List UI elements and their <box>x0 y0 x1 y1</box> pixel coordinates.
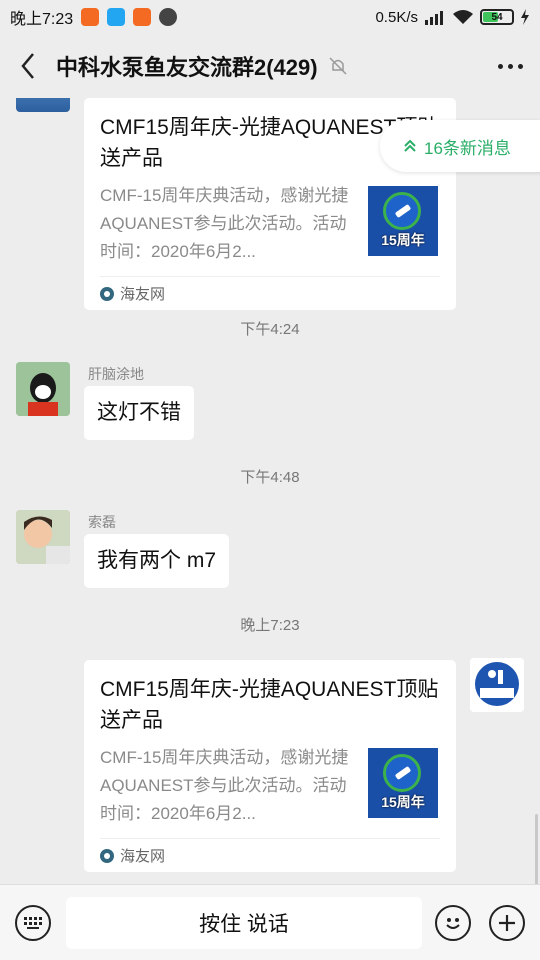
signal-icon <box>425 11 443 25</box>
notification-block-icon <box>159 8 178 26</box>
link-card-thumbnail: 15周年 <box>368 748 438 818</box>
wifi-icon <box>453 10 473 24</box>
back-arrow-icon <box>21 53 34 79</box>
avatar[interactable] <box>16 98 70 112</box>
mute-bell-icon <box>329 57 347 75</box>
link-card-source: 海友网 <box>100 838 440 872</box>
timestamp: 下午4:24 <box>240 321 300 338</box>
link-card[interactable]: CMF15周年庆-光捷AQUANEST顶贴送产品 CMF-15周年庆典活动，感谢… <box>84 660 456 872</box>
status-time: 晚上7:23 <box>10 11 74 28</box>
avatar[interactable] <box>16 362 70 416</box>
timestamp: 下午4:48 <box>240 469 300 486</box>
more-dots-icon <box>497 63 503 69</box>
double-chevron-up-icon <box>404 139 416 152</box>
avatar-image <box>16 510 70 564</box>
link-card-description: CMF-15周年庆典活动，感谢光捷AQUANEST参与此次活动。活动时间：202… <box>100 186 349 261</box>
more-button[interactable] <box>480 34 540 98</box>
status-bar: 晚上7:23 0.5K/s 54 <box>0 0 540 34</box>
plus-icon <box>499 915 515 931</box>
source-logo-icon <box>100 848 114 863</box>
keyboard-icon <box>24 917 42 929</box>
avatar[interactable] <box>16 510 70 564</box>
back-button[interactable] <box>0 34 56 98</box>
new-messages-button[interactable]: 16条新消息 <box>380 120 540 172</box>
scrollbar[interactable] <box>535 814 538 884</box>
charging-icon <box>521 9 529 25</box>
sender-name: 索磊 <box>88 514 116 530</box>
chat-header: 中科水泵鱼友交流群2(429) <box>0 34 540 98</box>
emoji-button[interactable] <box>435 905 471 941</box>
notification-app-icon <box>107 8 126 26</box>
press-to-talk-button[interactable]: 按住 说话 <box>66 897 422 949</box>
avatar[interactable] <box>470 658 524 712</box>
more-functions-button[interactable] <box>489 905 525 941</box>
timestamp: 晚上7:23 <box>240 617 300 634</box>
input-bar: 按住 说话 <box>0 884 540 960</box>
link-card-title: CMF15周年庆-光捷AQUANEST顶贴送产品 <box>100 678 439 732</box>
source-logo-icon <box>100 286 114 301</box>
link-card-thumbnail: 15周年 <box>368 186 438 256</box>
chat-title: 中科水泵鱼友交流群2(429) <box>56 55 318 80</box>
link-card-description: CMF-15周年庆典活动，感谢光捷AQUANEST参与此次活动。活动时间：202… <box>100 748 349 823</box>
sender-name: 肝脑涂地 <box>88 366 144 382</box>
chat-area[interactable]: CMF15周年庆-光捷AQUANEST顶贴送产品 CMF-15周年庆典活动，感谢… <box>0 98 540 884</box>
avatar-image <box>16 362 70 416</box>
emoji-icon <box>446 918 460 929</box>
message-bubble[interactable]: 这灯不错 <box>84 386 194 440</box>
keyboard-toggle-button[interactable] <box>15 905 51 941</box>
avatar-image <box>470 658 524 712</box>
battery-icon: 54 <box>480 9 514 25</box>
notification-app-icon <box>133 8 152 26</box>
message-bubble[interactable]: 我有两个 m7 <box>84 534 230 588</box>
notification-app-icon <box>81 8 100 26</box>
network-speed: 0.5K/s <box>375 8 418 26</box>
link-card-source: 海友网 <box>100 276 440 310</box>
